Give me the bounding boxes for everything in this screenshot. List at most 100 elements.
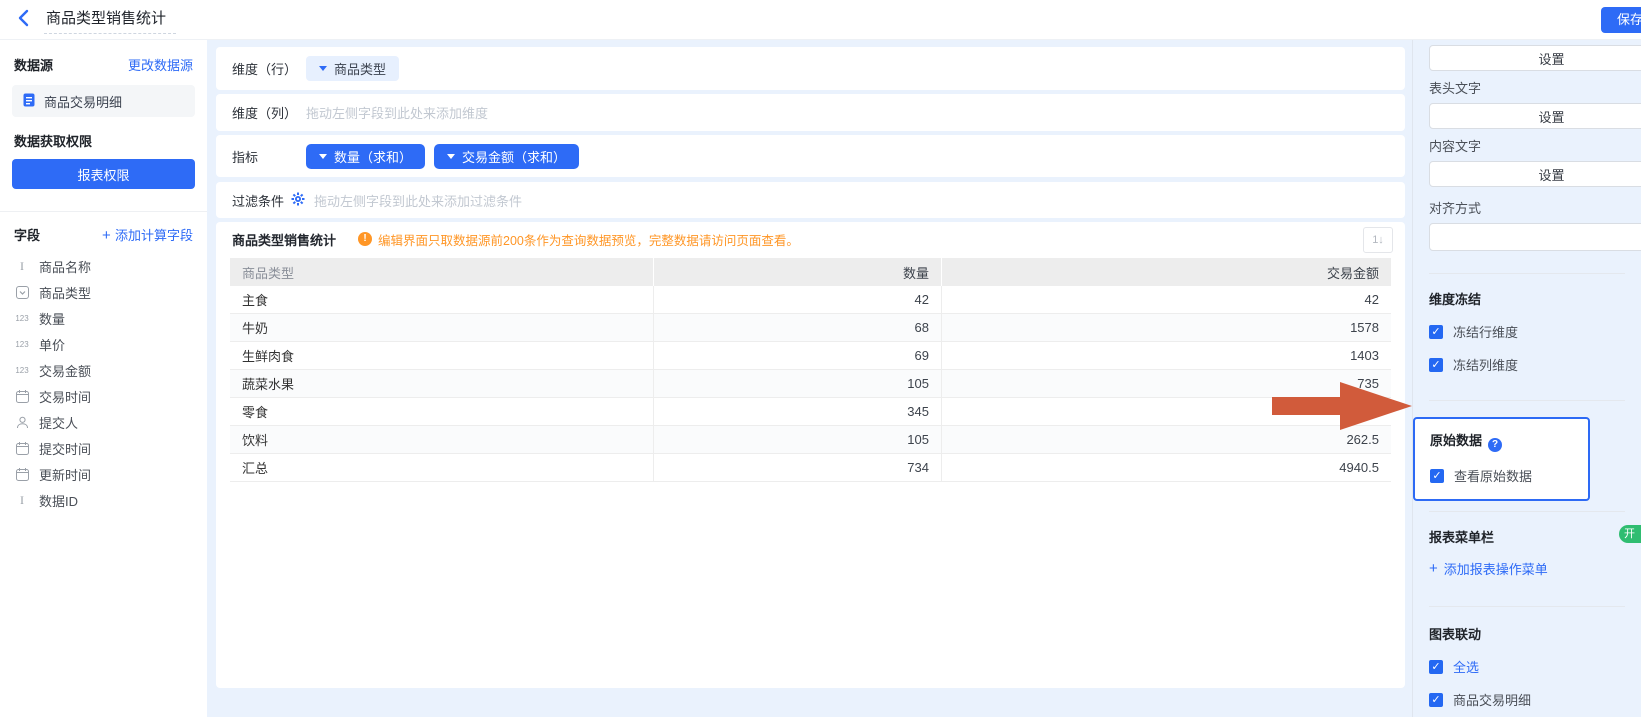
freeze-row-checkbox[interactable]: ✓ 冻结行维度 (1429, 322, 1641, 341)
chevron-down-icon (319, 154, 327, 159)
page-title[interactable]: 商品类型销售统计 (44, 5, 176, 34)
freeze-col-checkbox[interactable]: ✓ 冻结列维度 (1429, 355, 1641, 374)
checkbox-label: 商品交易明细 (1453, 690, 1531, 709)
col-dimension-dropzone[interactable]: 拖动左侧字段到此处来添加维度 (306, 103, 488, 122)
cell-category: 饮料 (230, 426, 654, 453)
field-item[interactable]: 123 单价 (0, 331, 207, 357)
field-item[interactable]: 123 数量 (0, 305, 207, 331)
col-dimension-label: 维度（列） (232, 103, 306, 122)
cell-quantity: 69 (654, 342, 942, 369)
add-menu-link[interactable]: + 添加报表操作菜单 (1429, 559, 1641, 578)
text-icon: I (14, 493, 30, 508)
align-label: 对齐方式 (1429, 198, 1641, 217)
back-button[interactable] (8, 5, 38, 35)
field-item[interactable]: 提交人 (0, 409, 207, 435)
field-label: 提交人 (39, 413, 78, 432)
cell-category: 主食 (230, 286, 654, 313)
table-row[interactable]: 蔬菜水果 105 735 (230, 370, 1391, 398)
text-icon: I (14, 259, 30, 274)
cell-quantity: 68 (654, 314, 942, 341)
sidebar-divider (0, 211, 207, 212)
help-icon[interactable]: ? (1488, 438, 1502, 452)
select-icon (14, 286, 30, 299)
table-row[interactable]: 饮料 105 262.5 (230, 426, 1391, 454)
cell-category: 零食 (230, 398, 654, 425)
header-style-settings-button[interactable]: 设置 (1429, 45, 1641, 71)
cell-quantity: 734 (654, 454, 942, 481)
table-row[interactable]: 生鲜肉食 69 1403 (230, 342, 1391, 370)
align-select[interactable] (1429, 223, 1641, 251)
field-item[interactable]: 更新时间 (0, 461, 207, 487)
field-item[interactable]: I 商品名称 (0, 253, 207, 279)
column-header[interactable]: 交易金额 (942, 258, 1391, 286)
cell-quantity: 105 (654, 370, 942, 397)
table-summary-row[interactable]: 汇总 734 4940.5 (230, 454, 1391, 482)
row-dimension-label: 维度（行） (232, 59, 306, 78)
table-row[interactable]: 主食 42 42 (230, 286, 1391, 314)
field-item[interactable]: 商品类型 (0, 279, 207, 305)
field-item[interactable]: 交易时间 (0, 383, 207, 409)
field-item[interactable]: I 数据ID (0, 487, 207, 513)
metrics-label: 指标 (232, 147, 306, 166)
add-calc-field-link[interactable]: + 添加计算字段 (102, 225, 193, 244)
change-datasource-link[interactable]: 更改数据源 (128, 55, 193, 74)
datasource-heading: 数据源 (14, 55, 53, 74)
checkbox-label: 冻结行维度 (1453, 322, 1518, 341)
cell-category: 汇总 (230, 454, 654, 481)
row-dimension-tag[interactable]: 商品类型 (306, 56, 399, 81)
panel-divider (1429, 511, 1625, 512)
number-icon: 123 (14, 314, 30, 323)
cell-amount: 1403 (942, 342, 1391, 369)
datasource-item[interactable]: 商品交易明细 (12, 85, 195, 117)
permission-heading: 数据获取权限 (14, 131, 92, 150)
linkage-heading: 图表联动 (1429, 624, 1641, 643)
save-button[interactable]: 保存 (1601, 7, 1641, 33)
header-text-settings-button[interactable]: 设置 (1429, 103, 1641, 129)
main-area: 维度（行） 商品类型 维度（列） 拖动左侧字段到此处来添加维度 指标 数量（求和… (207, 40, 1412, 717)
cell-amount: 262.5 (942, 426, 1391, 453)
table-row[interactable]: 牛奶 68 1578 (230, 314, 1391, 342)
preview-notice: ! 编辑界面只取数据源前200条作为查询数据预览，完整数据请访问页面查看。 (358, 230, 799, 249)
cell-category: 生鲜肉食 (230, 342, 654, 369)
plus-icon: + (102, 227, 115, 244)
field-item[interactable]: 123 交易金额 (0, 357, 207, 383)
raw-data-highlight-box: 原始数据? ✓ 查看原始数据 (1413, 417, 1590, 501)
content-text-settings-button[interactable]: 设置 (1429, 161, 1641, 187)
field-item[interactable]: 提交时间 (0, 435, 207, 461)
metric-tag-amount[interactable]: 交易金额（求和） (434, 144, 579, 169)
field-label: 提交时间 (39, 439, 91, 458)
field-label: 商品类型 (39, 283, 91, 302)
chevron-down-icon (319, 66, 327, 71)
table-title: 商品类型销售统计 (232, 230, 336, 249)
filter-label: 过滤条件 (232, 191, 284, 210)
header-text-label: 表头文字 (1429, 78, 1641, 97)
table-header-row: 商品类型 数量 交易金额 (230, 258, 1391, 286)
panel-divider (1429, 606, 1625, 607)
linkage-item-checkbox[interactable]: ✓ 商品交易明细 (1429, 690, 1641, 709)
panel-divider (1429, 400, 1625, 401)
cell-quantity: 42 (654, 286, 942, 313)
sort-button[interactable]: 1↓ (1363, 227, 1393, 253)
metrics-card: 指标 数量（求和） 交易金额（求和） (216, 135, 1405, 177)
preview-table: 商品类型 数量 交易金额 主食 42 42 牛奶 68 1578 生鲜肉食 69… (230, 258, 1391, 482)
cell-amount: 42 (942, 286, 1391, 313)
freeze-heading: 维度冻结 (1429, 289, 1641, 308)
filter-dropzone[interactable]: 拖动左侧字段到此处来添加过滤条件 (314, 191, 522, 210)
number-icon: 123 (14, 366, 30, 375)
column-header[interactable]: 商品类型 (230, 258, 654, 286)
column-header[interactable]: 数量 (654, 258, 942, 286)
cell-amount: 920 (942, 398, 1391, 425)
cell-amount: 1578 (942, 314, 1391, 341)
view-raw-data-checkbox[interactable]: ✓ 查看原始数据 (1430, 466, 1576, 485)
settings-panel: 设置 表头文字 设置 内容文字 设置 对齐方式 维度冻结 ✓ 冻结行维度 ✓ 冻… (1412, 40, 1641, 717)
linkage-select-all-checkbox[interactable]: ✓ 全选 (1429, 657, 1641, 676)
gear-icon[interactable] (291, 192, 305, 209)
menu-toggle-switch[interactable]: 开 (1619, 525, 1641, 543)
report-permission-button[interactable]: 报表权限 (12, 159, 195, 189)
checkbox-checked-icon: ✓ (1429, 693, 1443, 707)
cell-quantity: 105 (654, 426, 942, 453)
table-row[interactable]: 零食 345 920 (230, 398, 1391, 426)
metric-tag-quantity[interactable]: 数量（求和） (306, 144, 425, 169)
checkbox-label: 查看原始数据 (1454, 466, 1532, 485)
field-label: 数量 (39, 309, 65, 328)
